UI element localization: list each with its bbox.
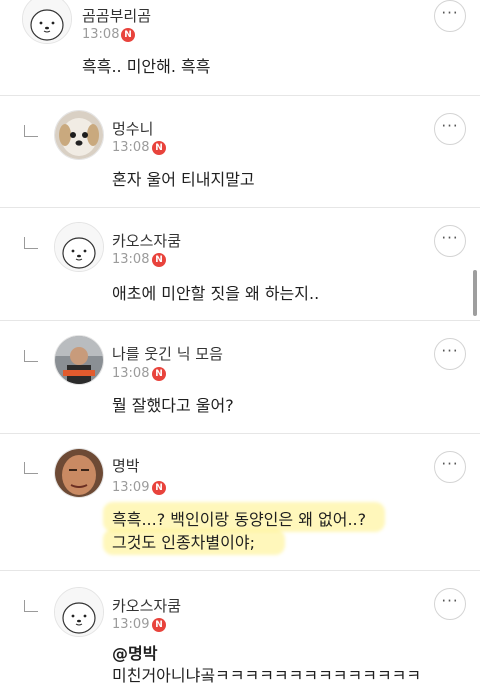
more-options-button[interactable]: ··· (434, 225, 466, 257)
timestamp: 13:08 (112, 252, 150, 267)
comment-text: 흑흑.. 미안해. 흑흑 (82, 57, 211, 76)
new-badge: N (152, 481, 166, 495)
username[interactable]: 카오스자쿰 (112, 230, 181, 251)
username[interactable]: 곰곰부리곰 (82, 5, 151, 26)
reply-item: 카오스자쿰 13:08 N ··· 애초에 미안할 짓을 왜 하는지.. (0, 208, 480, 320)
person-photo-icon (55, 336, 103, 384)
timestamp: 13:08 (112, 140, 150, 155)
reply-indicator-icon (24, 350, 38, 362)
timestamp: 13:08 (82, 27, 120, 42)
more-options-button[interactable]: ··· (434, 0, 466, 32)
avatar[interactable] (54, 587, 104, 637)
face-photo-icon (55, 449, 103, 497)
reply-indicator-icon (24, 462, 38, 474)
dog-photo-icon (55, 111, 103, 159)
avatar[interactable] (54, 335, 104, 385)
username[interactable]: 나를 웃긴 닉 모음 (112, 343, 223, 364)
new-badge: N (152, 367, 166, 381)
username[interactable]: 멍수니 (112, 118, 153, 139)
comment-text: 뭘 잘했다고 울어? (112, 396, 234, 415)
reply-item: 멍수니 13:08 N ··· 혼자 울어 티내지말고 (0, 96, 480, 208)
reply-indicator-icon (24, 125, 38, 137)
avatar[interactable] (54, 110, 104, 160)
avatar[interactable] (22, 0, 72, 44)
more-options-button[interactable]: ··· (434, 113, 466, 145)
username[interactable]: 카오스자쿰 (112, 595, 181, 616)
timestamp: 13:08 (112, 366, 150, 381)
more-options-button[interactable]: ··· (434, 451, 466, 483)
scrollbar[interactable] (473, 270, 477, 316)
comment-item: 곰곰부리곰 13:08 N ··· 흑흑.. 미안해. 흑흑 (0, 0, 480, 96)
comment-text: 애초에 미안할 짓을 왜 하는지.. (112, 284, 320, 303)
comment-text: 그것도 인종차별이야; (112, 533, 255, 552)
reply-item: 명박 13:09 N ··· 흑흑...? 백인이랑 동양인은 왜 없어..? … (0, 434, 480, 570)
reply-indicator-icon (24, 600, 38, 612)
new-badge: N (152, 253, 166, 267)
more-options-button[interactable]: ··· (434, 338, 466, 370)
reply-item: 카오스자쿰 13:09 N ··· @명박 미친거아니냐곸ㅋㅋㅋㅋㅋㅋㅋㅋㅋㅋㅋ… (0, 571, 480, 696)
bear-character-icon (55, 588, 103, 636)
new-badge: N (152, 618, 166, 632)
avatar[interactable] (54, 222, 104, 272)
new-badge: N (152, 141, 166, 155)
new-badge: N (121, 28, 135, 42)
avatar[interactable] (54, 448, 104, 498)
reply-indicator-icon (24, 237, 38, 249)
timestamp: 13:09 (112, 617, 150, 632)
bear-character-icon (23, 0, 71, 43)
username[interactable]: 명박 (112, 455, 140, 476)
bear-character-icon (55, 223, 103, 271)
more-options-button[interactable]: ··· (434, 588, 466, 620)
comment-text: 혼자 울어 티내지말고 (112, 170, 255, 189)
timestamp: 13:09 (112, 480, 150, 495)
comment-text: 미친거아니냐곸ㅋㅋㅋㅋㅋㅋㅋㅋㅋㅋㅋㅋㅋㅋ (112, 666, 422, 685)
reply-item: 나를 웃긴 닉 모음 13:08 N ··· 뭘 잘했다고 울어? (0, 321, 480, 433)
comment-text: 흑흑...? 백인이랑 동양인은 왜 없어..? (112, 510, 367, 529)
